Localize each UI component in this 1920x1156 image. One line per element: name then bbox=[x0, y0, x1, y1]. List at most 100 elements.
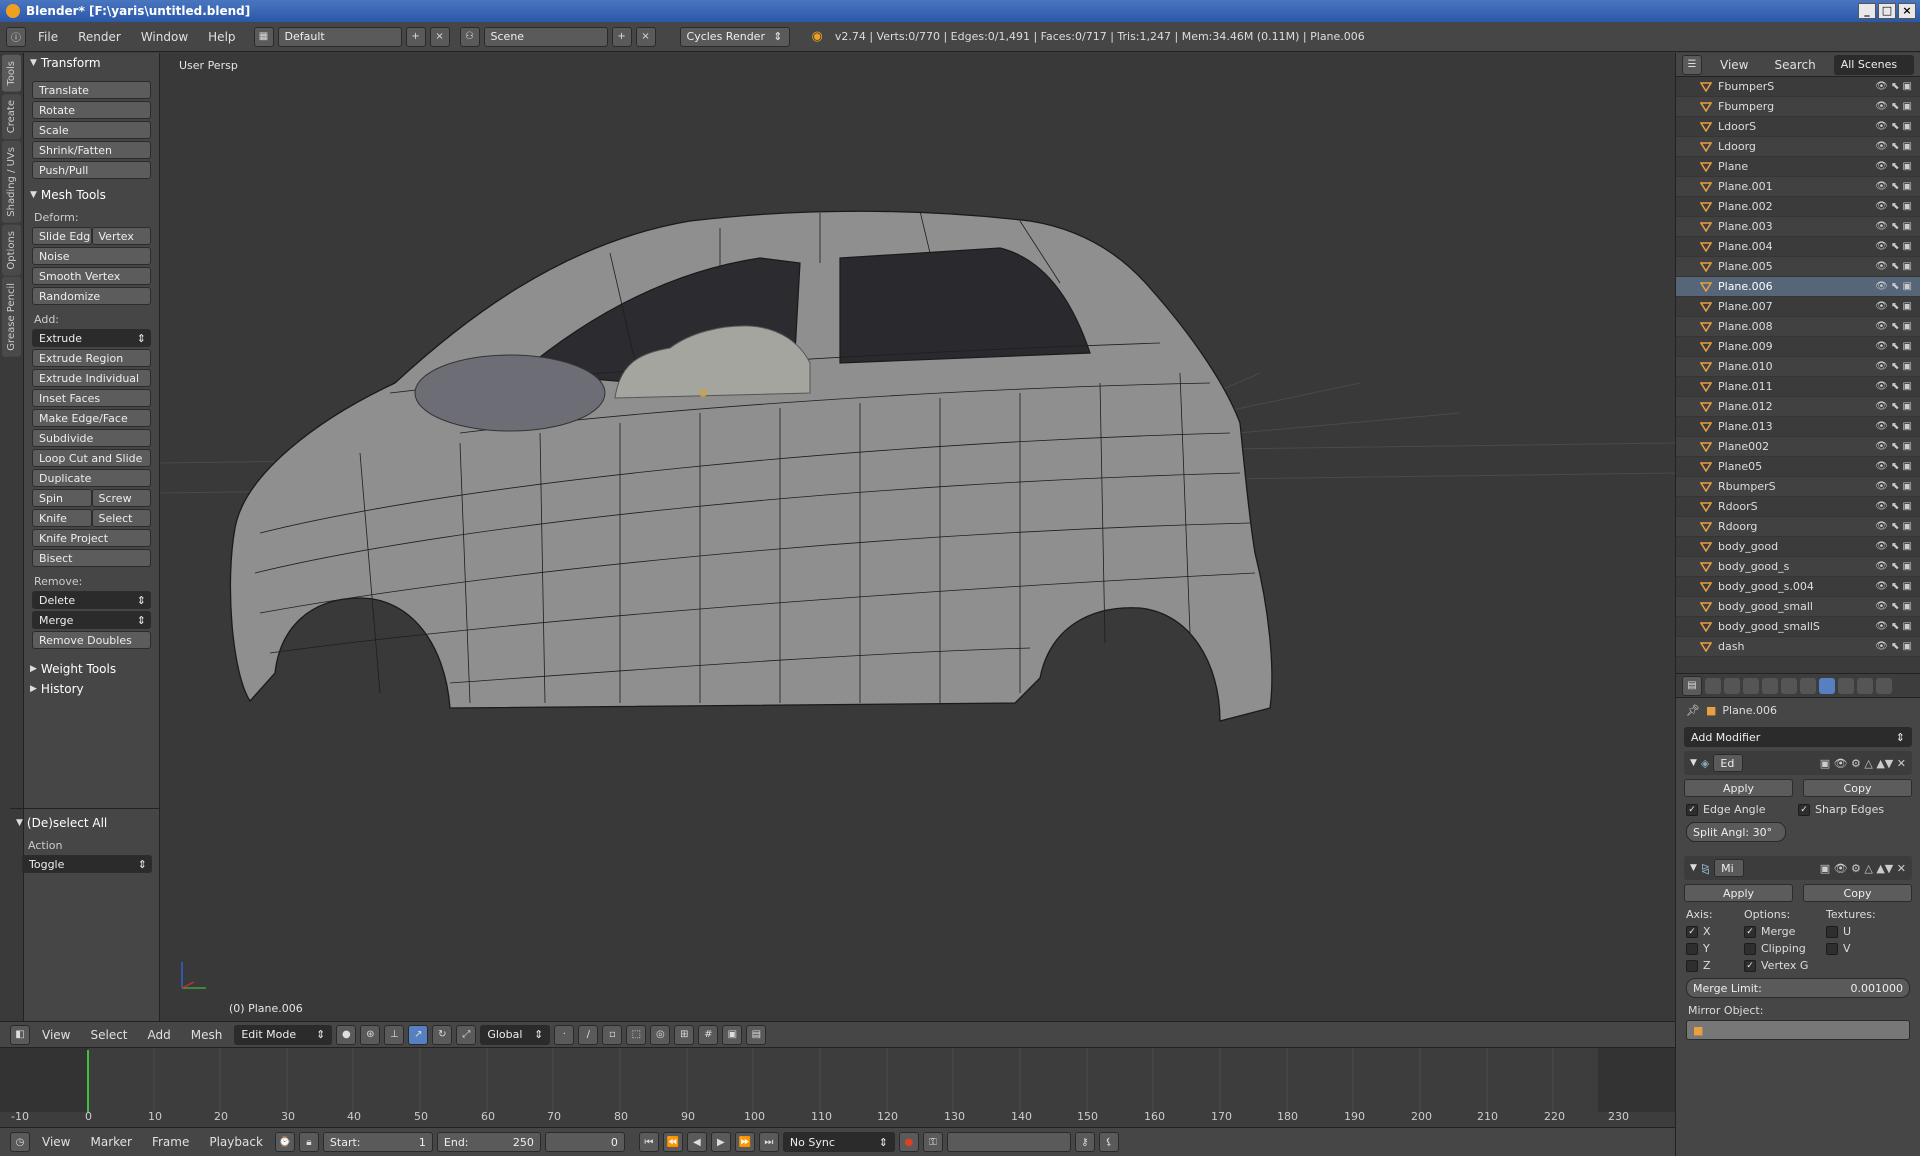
checkbox-unchecked-icon[interactable] bbox=[1686, 942, 1698, 955]
editor-type-icon[interactable]: ▤ bbox=[1682, 675, 1702, 696]
noise-button[interactable]: Noise bbox=[32, 247, 151, 265]
modifier-visibility-icons[interactable]: ▣ 👁︎ ⚙ △ ▲▼ ✕ bbox=[1820, 862, 1912, 875]
visibility-icons[interactable]: 👁︎ ⬉ ▣ bbox=[1875, 561, 1920, 572]
axis-z-option[interactable]: Z bbox=[1686, 959, 1744, 972]
visibility-icons[interactable]: 👁︎ ⬉ ▣ bbox=[1875, 441, 1920, 452]
manipulator-icon[interactable]: ⊥ bbox=[384, 1024, 405, 1045]
visibility-icons[interactable]: 👁︎ ⬉ ▣ bbox=[1875, 541, 1920, 552]
visibility-icons[interactable]: 👁︎ ⬉ ▣ bbox=[1875, 161, 1920, 172]
outliner-item[interactable]: Plane.012 👁︎ ⬉ ▣ bbox=[1676, 397, 1920, 417]
sync-selector[interactable]: No Sync ⇕ bbox=[782, 1132, 895, 1152]
apply-button[interactable]: Apply bbox=[1684, 779, 1793, 797]
scale-button[interactable]: Scale bbox=[32, 121, 151, 139]
start-frame-field[interactable]: Start: 1 bbox=[322, 1132, 433, 1152]
menu-view[interactable]: View bbox=[34, 1028, 78, 1042]
record-icon[interactable]: ● bbox=[898, 1132, 919, 1152]
editor-type-icon[interactable]: ☰ bbox=[1682, 54, 1702, 75]
object-tab-icon[interactable] bbox=[1781, 677, 1797, 694]
spin-button[interactable]: Spin bbox=[32, 489, 92, 507]
editor-type-icon[interactable]: ◧ bbox=[10, 1024, 30, 1045]
tab-shading-uvs[interactable]: Shading / UVs bbox=[2, 140, 21, 223]
snap-icon[interactable]: ⊞ bbox=[674, 1024, 695, 1045]
randomize-button[interactable]: Randomize bbox=[32, 287, 151, 305]
extrude-dropdown[interactable]: Extrude ⇕ bbox=[32, 329, 151, 347]
screw-button[interactable]: Screw bbox=[91, 489, 151, 507]
visibility-icons[interactable]: 👁︎ ⬉ ▣ bbox=[1875, 481, 1920, 492]
texture-v-option[interactable]: V bbox=[1826, 942, 1851, 955]
sharp-edges-option[interactable]: ✓ Sharp Edges bbox=[1798, 803, 1910, 816]
rotate-manip-icon[interactable]: ↻ bbox=[432, 1024, 453, 1045]
jump-end-icon[interactable]: ⏭ bbox=[758, 1132, 779, 1152]
scene-icon[interactable]: ⚇ bbox=[459, 26, 480, 47]
checkbox-unchecked-icon[interactable] bbox=[1744, 942, 1756, 955]
outliner-item[interactable]: Plane.011 👁︎ ⬉ ▣ bbox=[1676, 377, 1920, 397]
texture-u-option[interactable]: U bbox=[1826, 925, 1851, 938]
knife-project-button[interactable]: Knife Project bbox=[32, 529, 151, 547]
tab-create[interactable]: Create bbox=[2, 93, 21, 139]
visibility-icons[interactable]: 👁︎ ⬉ ▣ bbox=[1875, 461, 1920, 472]
keying-set-icon[interactable]: ⚿ bbox=[922, 1132, 943, 1152]
editor-type-icon[interactable]: ◷ bbox=[10, 1132, 30, 1152]
scene-selector[interactable]: Scene bbox=[483, 26, 608, 47]
visibility-icons[interactable]: 👁︎ ⬉ ▣ bbox=[1875, 81, 1920, 92]
outliner-item[interactable]: Rdoorg 👁︎ ⬉ ▣ bbox=[1676, 517, 1920, 537]
constraints-tab-icon[interactable] bbox=[1800, 677, 1816, 694]
visibility-icons[interactable]: 👁︎ ⬉ ▣ bbox=[1875, 121, 1920, 132]
outliner-item[interactable]: Plane05 👁︎ ⬉ ▣ bbox=[1676, 457, 1920, 477]
modifier-name-field[interactable]: Ed bbox=[1713, 754, 1744, 772]
pin-icon[interactable]: 📌︎ bbox=[1686, 704, 1700, 717]
transform-panel-header[interactable]: ▼ Transform bbox=[24, 53, 159, 73]
visibility-icons[interactable]: 👁︎ ⬉ ▣ bbox=[1875, 301, 1920, 312]
outliner-item[interactable]: Plane.009 👁︎ ⬉ ▣ bbox=[1676, 337, 1920, 357]
outliner-item[interactable]: FbumperS 👁︎ ⬉ ▣ bbox=[1676, 77, 1920, 97]
3d-viewport[interactable]: User Persp (0) Plane.006 bbox=[160, 53, 1675, 1021]
make-edge-face-button[interactable]: Make Edge/Face bbox=[32, 409, 151, 427]
tab-options[interactable]: Options bbox=[2, 224, 21, 276]
modifier-visibility-icons[interactable]: ▣ 👁︎ ⚙ △ ▲▼ ✕ bbox=[1820, 757, 1912, 770]
outliner-item[interactable]: Plane002 👁︎ ⬉ ▣ bbox=[1676, 437, 1920, 457]
scene-tab-icon[interactable] bbox=[1743, 677, 1759, 694]
checkbox-checked-icon[interactable]: ✓ bbox=[1686, 803, 1698, 816]
outliner-item[interactable]: dash 👁︎ ⬉ ▣ bbox=[1676, 637, 1920, 657]
push-pull-button[interactable]: Push/Pull bbox=[32, 161, 151, 179]
display-mode-selector[interactable]: All Scenes bbox=[1833, 54, 1914, 75]
visibility-icons[interactable]: 👁︎ ⬉ ▣ bbox=[1875, 341, 1920, 352]
outliner-item[interactable]: Fbumperg 👁︎ ⬉ ▣ bbox=[1676, 97, 1920, 117]
menu-add[interactable]: Add bbox=[140, 1028, 179, 1042]
mode-selector[interactable]: Edit Mode ⇕ bbox=[234, 1024, 333, 1045]
menu-frame[interactable]: Frame bbox=[144, 1135, 197, 1149]
merge-limit-field[interactable]: Merge Limit: 0.001000 bbox=[1686, 978, 1910, 998]
bisect-button[interactable]: Bisect bbox=[32, 549, 151, 567]
render-tab-icon[interactable] bbox=[1705, 677, 1721, 694]
face-select-icon[interactable]: ▫ bbox=[602, 1024, 623, 1045]
visibility-icons[interactable]: 👁︎ ⬉ ▣ bbox=[1875, 261, 1920, 272]
outliner-item[interactable]: RbumperS 👁︎ ⬉ ▣ bbox=[1676, 477, 1920, 497]
outliner-item[interactable]: Plane.013 👁︎ ⬉ ▣ bbox=[1676, 417, 1920, 437]
visibility-icons[interactable]: 👁︎ ⬉ ▣ bbox=[1875, 281, 1920, 292]
visibility-icons[interactable]: 👁︎ ⬉ ▣ bbox=[1875, 101, 1920, 112]
outliner-item[interactable]: LdoorS 👁︎ ⬉ ▣ bbox=[1676, 117, 1920, 137]
outliner-item[interactable]: body_good_s.004 👁︎ ⬉ ▣ bbox=[1676, 577, 1920, 597]
visibility-icons[interactable]: 👁︎ ⬉ ▣ bbox=[1875, 361, 1920, 372]
info-editor-icon[interactable]: ⓘ bbox=[6, 26, 26, 47]
minimize-icon[interactable]: _ bbox=[1858, 3, 1876, 19]
insert-keyframe-icon[interactable]: ⚷ bbox=[1074, 1132, 1095, 1152]
outliner-item[interactable]: body_good_s 👁︎ ⬉ ▣ bbox=[1676, 557, 1920, 577]
checkbox-checked-icon[interactable]: ✓ bbox=[1744, 925, 1756, 938]
subdivide-button[interactable]: Subdivide bbox=[32, 429, 151, 447]
outliner-item[interactable]: Plane.008 👁︎ ⬉ ▣ bbox=[1676, 317, 1920, 337]
menu-view[interactable]: View bbox=[34, 1135, 78, 1149]
add-scene-icon[interactable]: + bbox=[611, 26, 632, 47]
mesh-tools-panel-header[interactable]: ▼ Mesh Tools bbox=[24, 185, 159, 205]
outliner-item[interactable]: Plane.002 👁︎ ⬉ ▣ bbox=[1676, 197, 1920, 217]
layout-grid-icon[interactable]: ▦ bbox=[253, 26, 274, 47]
visibility-icons[interactable]: 👁︎ ⬉ ▣ bbox=[1875, 381, 1920, 392]
visibility-icons[interactable]: 👁︎ ⬉ ▣ bbox=[1875, 321, 1920, 332]
edge-angle-option[interactable]: ✓ Edge Angle bbox=[1686, 803, 1798, 816]
orientation-selector[interactable]: Global ⇕ bbox=[480, 1024, 551, 1045]
layers-tab-icon[interactable] bbox=[1724, 677, 1740, 694]
layout-selector[interactable]: Default bbox=[277, 26, 402, 47]
apply-button[interactable]: Apply bbox=[1684, 884, 1793, 902]
material-tab-icon[interactable] bbox=[1857, 677, 1873, 694]
close-icon[interactable]: × bbox=[1898, 3, 1916, 19]
